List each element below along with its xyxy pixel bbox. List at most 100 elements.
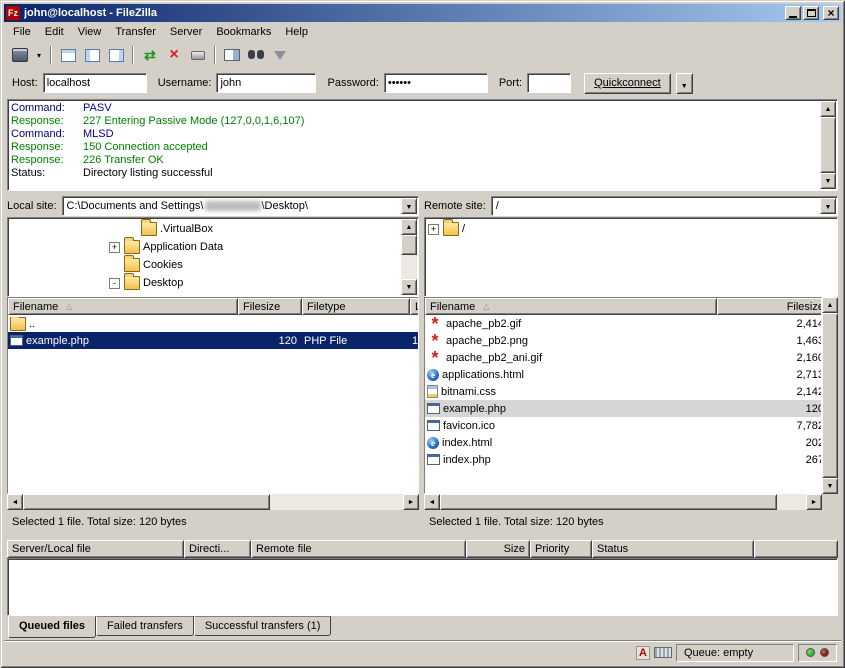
- response-label: Response:: [11, 154, 83, 167]
- local-list-hscrollbar[interactable]: [7, 494, 419, 510]
- tree-item-[interactable]: +/: [426, 220, 836, 238]
- title-bar[interactable]: Fz john@localhost - FileZilla: [4, 4, 841, 22]
- toolbar-cancel-button[interactable]: ×: [162, 44, 186, 66]
- scrollbar-track[interactable]: [401, 235, 417, 279]
- column-header-filesize[interactable]: Filesize: [238, 298, 302, 315]
- file-row[interactable]: index.php267: [425, 451, 821, 468]
- close-button[interactable]: [823, 6, 839, 20]
- file-row[interactable]: index.html202: [425, 434, 821, 451]
- scroll-up-button[interactable]: [822, 297, 838, 313]
- tab-failed-transfers[interactable]: Failed transfers: [96, 616, 194, 636]
- led-green-icon: [806, 648, 815, 657]
- menu-bookmarks[interactable]: Bookmarks: [209, 23, 278, 41]
- scroll-left-button[interactable]: [7, 494, 23, 510]
- scrollbar-thumb[interactable]: [820, 117, 836, 173]
- menu-transfer[interactable]: Transfer: [108, 23, 163, 41]
- remote-site-combo[interactable]: /: [491, 196, 838, 216]
- scroll-up-button[interactable]: [820, 101, 836, 117]
- port-input[interactable]: [527, 73, 571, 93]
- toolbar-toggle-local-tree-button[interactable]: [80, 44, 104, 66]
- file-row[interactable]: example.php120: [425, 400, 821, 417]
- file-row[interactable]: example.php120PHP File1: [8, 332, 418, 349]
- column-header-filename[interactable]: Filename△: [425, 298, 717, 315]
- column-header-size[interactable]: Size: [466, 540, 530, 558]
- column-header-filetype[interactable]: Filetype: [302, 298, 410, 315]
- toolbar-directory-compare-button[interactable]: [220, 44, 244, 66]
- remote-site-combo-dropdown[interactable]: [820, 198, 836, 214]
- file-row[interactable]: *apache_pb2.gif2,414: [425, 315, 821, 332]
- file-type: PHP File: [302, 335, 410, 347]
- scrollbar-track[interactable]: [822, 313, 838, 478]
- scroll-right-button[interactable]: [403, 494, 419, 510]
- tab-queued-files[interactable]: Queued files: [8, 616, 96, 638]
- column-header-filesize[interactable]: Filesize: [717, 298, 821, 315]
- tree-item-desktop[interactable]: -Desktop: [9, 274, 400, 292]
- toolbar-find-files-button[interactable]: [244, 44, 268, 66]
- column-header-priority[interactable]: Priority: [530, 540, 592, 558]
- toolbar-filter-button[interactable]: [268, 44, 292, 66]
- tree-item-application-data[interactable]: +Application Data: [9, 238, 400, 256]
- local-site-combo[interactable]: C:\Documents and Settings\\Desktop\: [62, 196, 419, 216]
- activity-led-panel: [798, 644, 837, 662]
- local-tree-scrollbar[interactable]: [401, 219, 417, 295]
- scroll-down-button[interactable]: [820, 173, 836, 189]
- scroll-down-button[interactable]: [401, 279, 417, 295]
- remote-list-vscrollbar[interactable]: [822, 297, 838, 494]
- toolbar-site-manager-dropdown-button[interactable]: ▾: [32, 44, 46, 66]
- cancel-icon: ×: [169, 46, 178, 64]
- file-row[interactable]: ..: [8, 315, 418, 332]
- scrollbar-track[interactable]: [440, 494, 806, 510]
- scroll-left-button[interactable]: [424, 494, 440, 510]
- menu-help[interactable]: Help: [278, 23, 315, 41]
- column-header-l[interactable]: L: [410, 298, 418, 315]
- file-row[interactable]: applications.html2,713: [425, 366, 821, 383]
- menu-edit[interactable]: Edit: [38, 23, 71, 41]
- quickconnect-dropdown-button[interactable]: [676, 73, 693, 94]
- toolbar-refresh-button[interactable]: ⇄: [138, 44, 162, 66]
- column-header-label: Size: [504, 543, 525, 555]
- scrollbar-thumb[interactable]: [401, 235, 417, 255]
- tab-successful-transfers-1[interactable]: Successful transfers (1): [194, 616, 332, 636]
- scrollbar-thumb[interactable]: [440, 494, 777, 510]
- tree-item-virtualbox[interactable]: .VirtualBox: [9, 220, 400, 238]
- toolbar-toggle-log-button[interactable]: [56, 44, 80, 66]
- minimize-button[interactable]: [785, 6, 801, 20]
- tree-expander-icon[interactable]: +: [428, 224, 439, 235]
- column-header-remote-file[interactable]: Remote file: [251, 540, 466, 558]
- file-name-text: bitnami.css: [441, 386, 496, 398]
- tree-expander-icon[interactable]: -: [109, 278, 120, 289]
- sort-asc-icon: △: [483, 302, 489, 311]
- scrollbar-track[interactable]: [820, 117, 836, 173]
- menu-file[interactable]: File: [6, 23, 38, 41]
- password-input[interactable]: [384, 73, 488, 93]
- tree-item-cookies[interactable]: Cookies: [9, 256, 400, 274]
- column-header-server-local-file[interactable]: Server/Local file: [7, 540, 184, 558]
- file-row[interactable]: favicon.ico7,782: [425, 417, 821, 434]
- log-scrollbar[interactable]: [820, 101, 836, 189]
- file-row[interactable]: bitnami.css2,142: [425, 383, 821, 400]
- scroll-down-button[interactable]: [822, 478, 838, 494]
- username-input[interactable]: [216, 73, 316, 93]
- toolbar-disconnect-button[interactable]: [186, 44, 210, 66]
- menu-server[interactable]: Server: [163, 23, 209, 41]
- command-label: Command:: [11, 102, 83, 115]
- maximize-button[interactable]: [803, 6, 819, 20]
- scrollbar-thumb[interactable]: [23, 494, 270, 510]
- column-header-status[interactable]: Status: [592, 540, 754, 558]
- menu-view[interactable]: View: [71, 23, 109, 41]
- toolbar-toggle-remote-tree-button[interactable]: [104, 44, 128, 66]
- quickconnect-button[interactable]: Quickconnect: [584, 73, 671, 94]
- scroll-right-button[interactable]: [806, 494, 822, 510]
- column-header-directi[interactable]: Directi...: [184, 540, 251, 558]
- scrollbar-thumb[interactable]: [822, 313, 838, 478]
- scroll-up-button[interactable]: [401, 219, 417, 235]
- scrollbar-track[interactable]: [23, 494, 403, 510]
- file-row[interactable]: *apache_pb2_ani.gif2,160: [425, 349, 821, 366]
- column-header-filename[interactable]: Filename△: [8, 298, 238, 315]
- host-input[interactable]: [43, 73, 147, 93]
- local-site-combo-dropdown[interactable]: [401, 198, 417, 214]
- tree-expander-icon[interactable]: +: [109, 242, 120, 253]
- toolbar-site-manager-button[interactable]: [8, 44, 32, 66]
- remote-list-hscrollbar[interactable]: [424, 494, 822, 510]
- file-row[interactable]: *apache_pb2.png1,463: [425, 332, 821, 349]
